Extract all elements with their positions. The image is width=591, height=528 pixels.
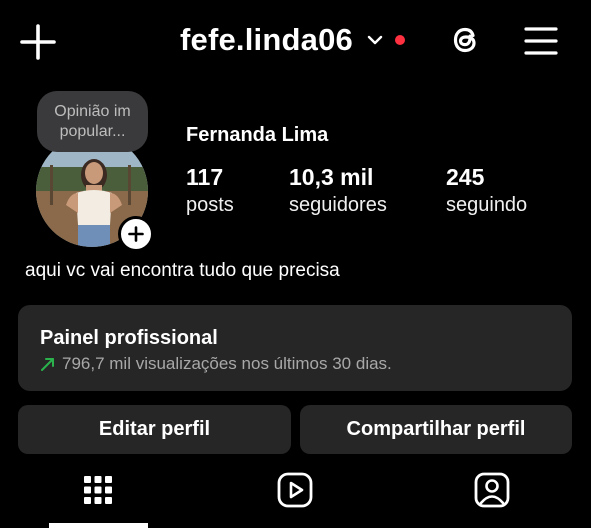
note-text: Opinião im popular...	[54, 102, 131, 140]
bio-text: aqui vc vai encontra tudo que precisa	[25, 260, 340, 281]
share-profile-button[interactable]: Compartilhar perfil	[300, 405, 572, 454]
plus-icon	[128, 226, 144, 242]
account-switcher[interactable]: fefe.linda06	[180, 18, 405, 62]
panel-title: Painel profissional	[40, 327, 218, 349]
panel-stats-text: 796,7 mil visualizações nos últimos 30 d…	[62, 354, 392, 373]
professional-dashboard[interactable]: Painel profissional 796,7 mil visualizaç…	[18, 305, 572, 391]
username: fefe.linda06	[180, 22, 353, 57]
followers-label: seguidores	[289, 194, 387, 216]
threads-icon	[453, 27, 476, 53]
menu-button[interactable]	[520, 20, 562, 62]
chevron-down-icon	[367, 35, 383, 45]
threads-button[interactable]	[446, 20, 486, 60]
trend-up-arrow-icon	[41, 358, 54, 371]
posts-label: posts	[186, 194, 234, 216]
hamburger-menu-icon	[524, 27, 558, 55]
stat-followers[interactable]: 10,3 mil seguidores	[289, 163, 387, 219]
tab-grid[interactable]	[78, 470, 118, 510]
create-button[interactable]	[18, 22, 58, 62]
following-label: seguindo	[446, 194, 528, 216]
active-tab-indicator	[49, 523, 148, 528]
tagged-icon	[474, 472, 510, 508]
posts-count: 117	[186, 164, 224, 190]
full-name: Fernanda Lima	[186, 124, 329, 146]
edit-profile-button[interactable]: Editar perfil	[18, 405, 291, 454]
notification-dot	[394, 35, 405, 45]
tab-reels[interactable]	[275, 470, 315, 510]
grid-icon	[84, 476, 112, 504]
stat-posts[interactable]: 117 posts	[186, 163, 234, 219]
note-bubble[interactable]: Opinião im popular...	[37, 91, 148, 152]
add-story-button[interactable]	[118, 216, 154, 252]
panel-stats: 796,7 mil visualizações nos últimos 30 d…	[40, 354, 392, 374]
reels-icon	[277, 472, 313, 508]
tab-tagged[interactable]	[472, 470, 512, 510]
stat-following[interactable]: 245 seguindo	[446, 163, 527, 219]
plus-icon	[20, 24, 56, 60]
following-count: 245	[446, 164, 485, 190]
followers-count: 10,3 mil	[289, 164, 374, 190]
